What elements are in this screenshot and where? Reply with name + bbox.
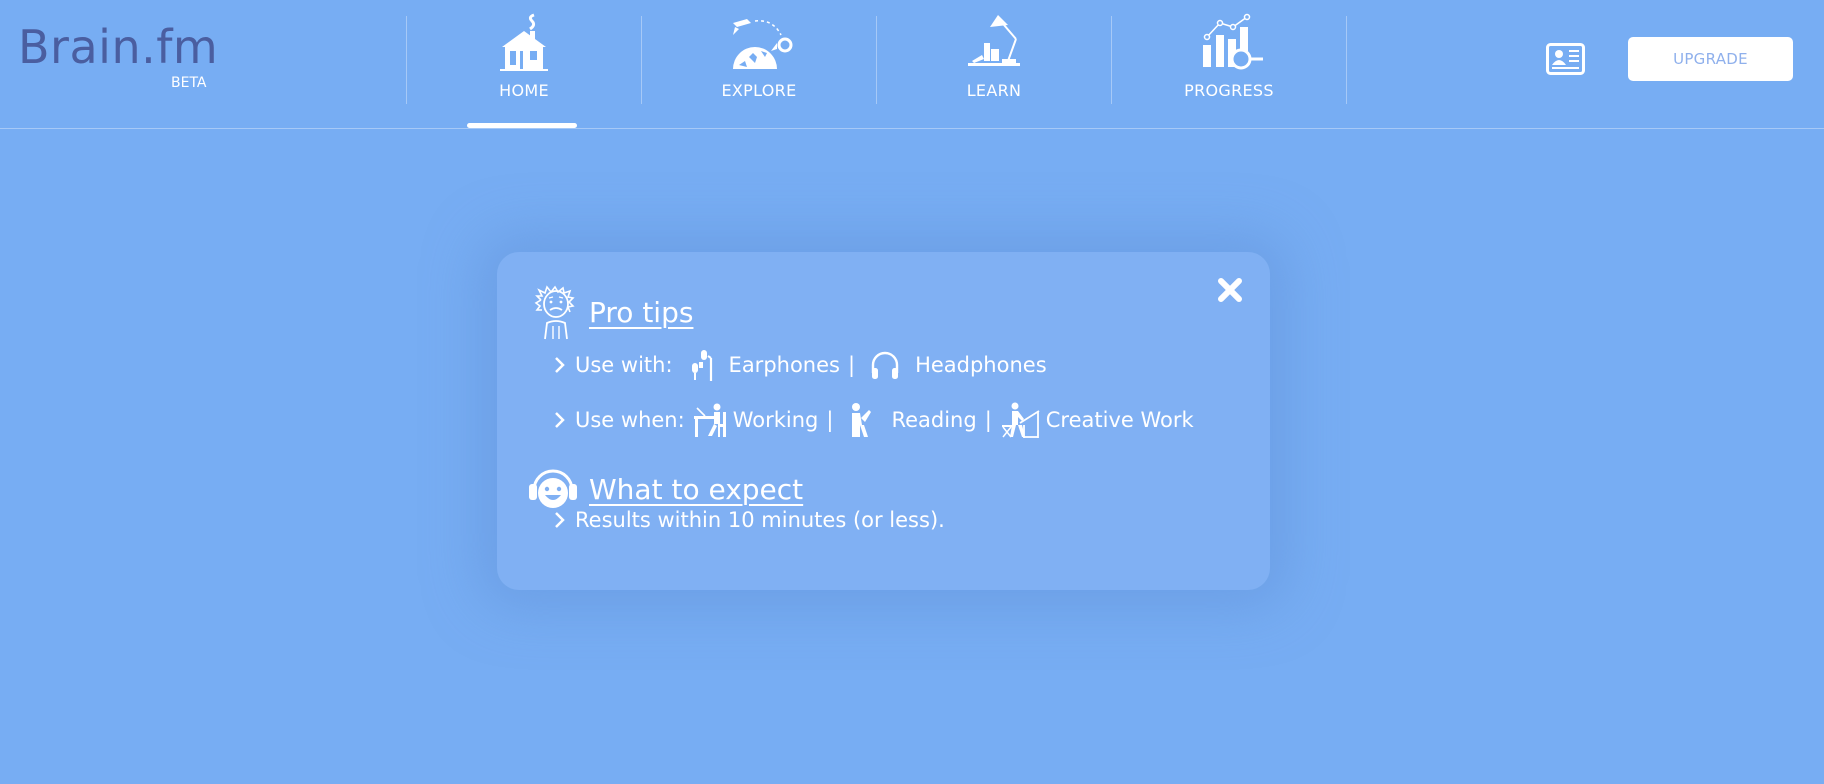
nav-item-home[interactable]: HOME [407, 13, 641, 128]
rocket-globe-icon [733, 19, 793, 69]
profile-button[interactable] [1546, 43, 1585, 75]
what-to-expect-header: What to expect [527, 466, 803, 512]
nav-label-learn: LEARN [966, 81, 1022, 100]
separator: | [826, 408, 834, 432]
main-nav: HOME EXPLORE LEARN PROGRESS [406, 13, 1347, 128]
what-to-expect-title[interactable]: What to expect [589, 473, 803, 506]
creative-work-label: Creative Work [1045, 408, 1194, 432]
beta-badge: BETA [171, 75, 207, 91]
use-when-row: Use when: Working | Reading | Creative W… [553, 401, 1194, 439]
nav-item-explore[interactable]: EXPLORE [642, 16, 876, 104]
nav-label-home: HOME [499, 81, 549, 100]
close-button[interactable] [1215, 275, 1245, 305]
expect-text: Results within 10 minutes (or less). [575, 508, 945, 532]
top-header: Brain.fm BETA HOME EXPLORE LEARN PROGRES… [0, 0, 1824, 129]
nav-label-progress: PROGRESS [1184, 81, 1274, 100]
brand-logo[interactable]: Brain.fm BETA [18, 20, 218, 100]
smiley-headphones-icon [529, 469, 577, 508]
reading-label: Reading [891, 408, 977, 432]
close-icon [1218, 278, 1242, 302]
nav-item-learn[interactable]: LEARN [877, 15, 1111, 104]
nav-item-progress[interactable]: PROGRESS [1112, 13, 1346, 104]
pro-tips-card: Pro tips Use with: Earphones | Headphone… [497, 252, 1270, 590]
pro-tips-header: Pro tips [531, 284, 693, 340]
house-icon [500, 13, 548, 71]
chevron-right-icon [555, 512, 565, 528]
use-when-label: Use when: [575, 408, 685, 432]
expect-row: Results within 10 minutes (or less). [553, 508, 945, 532]
use-with-label: Use with: [575, 353, 673, 377]
separator: | [847, 353, 856, 377]
headphones-label: Headphones [915, 353, 1047, 377]
separator: | [984, 408, 992, 432]
desk-lamp-icon [968, 15, 1020, 66]
chevron-right-icon [555, 412, 565, 428]
chart-magnifier-icon [1203, 13, 1263, 70]
nav-label-explore: EXPLORE [721, 81, 797, 100]
brand-name: Brain.fm [18, 20, 219, 74]
upgrade-button[interactable]: UPGRADE [1628, 37, 1793, 81]
active-tab-indicator [467, 123, 577, 128]
use-with-row: Use with: Earphones | Headphones [553, 348, 1047, 382]
headphones-icon [871, 351, 899, 379]
pro-tips-title[interactable]: Pro tips [589, 296, 693, 329]
earphones-label: Earphones [728, 353, 840, 377]
earphones-icon [691, 350, 712, 381]
drawing-person-icon [1001, 402, 1040, 438]
chevron-right-icon [555, 357, 565, 373]
reading-person-icon [852, 403, 872, 437]
nav-divider [1346, 16, 1347, 104]
einstein-icon [534, 285, 575, 340]
working-person-icon [693, 403, 726, 437]
working-label: Working [732, 408, 819, 432]
id-card-icon [1546, 43, 1585, 75]
